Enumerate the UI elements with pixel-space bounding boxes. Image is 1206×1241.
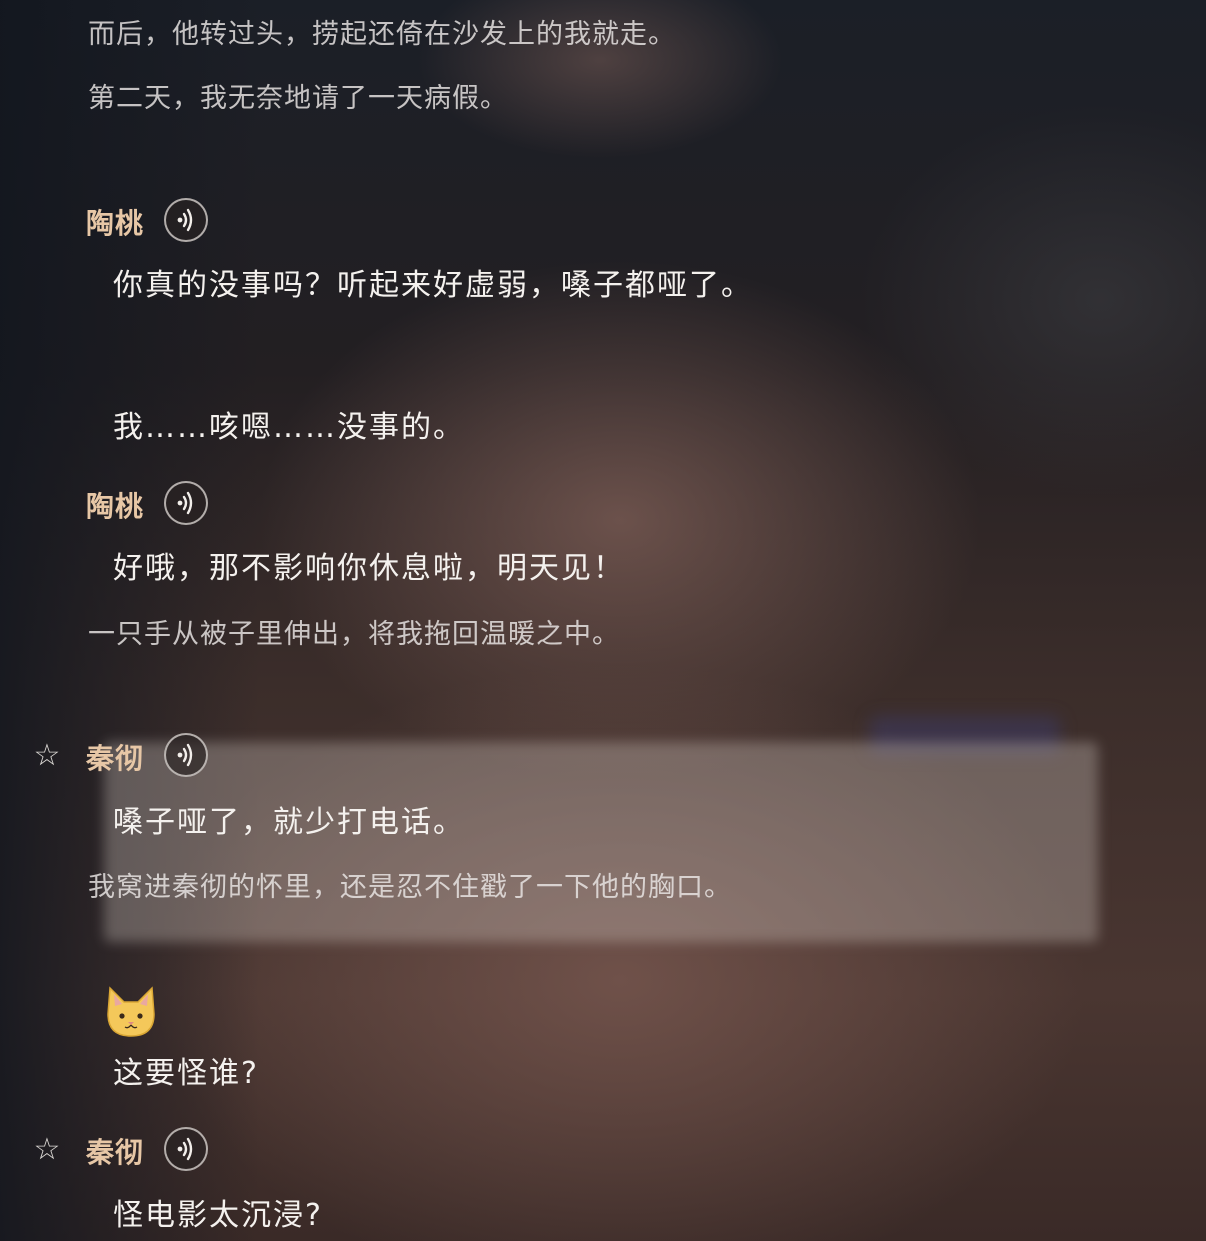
star-outline-icon[interactable]: ☆ [32, 1135, 62, 1165]
voice-wave-icon [177, 743, 193, 767]
voice-play-button[interactable] [164, 733, 208, 777]
voice-play-button[interactable] [164, 198, 208, 242]
star-outline-icon[interactable]: ☆ [32, 741, 62, 771]
dialogue-log[interactable]: 而后，他转过头，捞起还倚在沙发上的我就走。 第二天，我无奈地请了一天病假。 陶桃… [0, 0, 1206, 1241]
dialogue-line: 你真的没事吗？听起来好虚弱，嗓子都哑了。 [113, 268, 753, 303]
narration-line: 一只手从被子里伸出，将我拖回温暖之中。 [88, 619, 620, 650]
player-dialogue-line: 我……咳嗯……没事的。 [113, 410, 465, 445]
speaker-name: 秦彻 [86, 742, 145, 775]
narration-line: 我窝进秦彻的怀里，还是忍不住戳了一下他的胸口。 [88, 872, 732, 903]
narration-line: 而后，他转过头，捞起还倚在沙发上的我就走。 [88, 19, 676, 50]
voice-play-button[interactable] [164, 481, 208, 525]
player-dialogue-line: 这要怪谁? [113, 1056, 259, 1091]
voice-play-button[interactable] [164, 1127, 208, 1171]
dialogue-line: 好哦，那不影响你休息啦，明天见！ [113, 551, 625, 586]
voice-wave-icon [177, 1137, 193, 1161]
cat-face-icon [107, 986, 155, 1037]
narration-line: 第二天，我无奈地请了一天病假。 [88, 83, 508, 114]
speaker-name: 陶桃 [86, 207, 145, 240]
voice-wave-icon [177, 208, 193, 232]
speaker-name: 陶桃 [86, 490, 145, 523]
voice-wave-icon [177, 491, 193, 515]
speaker-name: 秦彻 [86, 1136, 145, 1169]
story-view: 而后，他转过头，捞起还倚在沙发上的我就走。 第二天，我无奈地请了一天病假。 陶桃… [0, 0, 1206, 1241]
dialogue-line: 嗓子哑了，就少打电话。 [113, 805, 465, 840]
dialogue-line: 怪电影太沉浸? [113, 1198, 323, 1233]
